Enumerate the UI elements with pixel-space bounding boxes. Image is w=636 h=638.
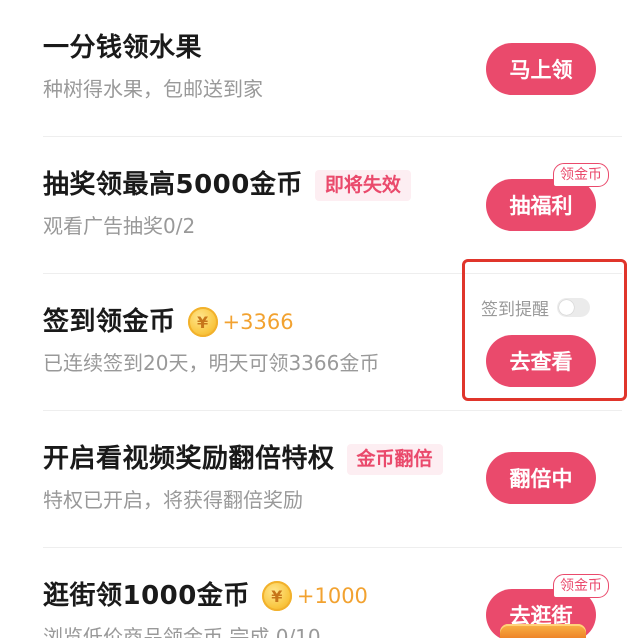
task-subtitle: 特权已开启，将获得翻倍奖励 [43, 488, 303, 512]
task-header: 签到领金币 ¥ +3366 [43, 300, 294, 344]
claim-fruit-button[interactable]: 马上领 [486, 43, 596, 95]
task-header: 开启看视频奖励翻倍特权 金币翻倍 [43, 437, 443, 481]
task-subtitle: 种树得水果，包邮送到家 [43, 77, 263, 101]
task-title: 开启看视频奖励翻倍特权 [43, 444, 335, 474]
task-subtitle: 浏览低价商品领金币 完成 0/10 [43, 625, 321, 638]
task-header: 一分钱领水果 [43, 26, 202, 70]
task-subtitle: 已连续签到20天，明天可领3366金币 [43, 351, 380, 375]
double-coins-tag: 金币翻倍 [346, 443, 443, 475]
task-fruit: 一分钱领水果 种树得水果，包邮送到家 马上领 [0, 0, 636, 137]
coin-reward-amount: +1000 [296, 584, 368, 608]
coin-reward-badge: 领金币 [553, 163, 609, 187]
task-header: 逛街领1000金币 ¥ +1000 [43, 574, 368, 618]
task-subtitle: 观看广告抽奖0/2 [43, 214, 196, 238]
toggle-knob [559, 299, 574, 315]
gift-decoration [500, 624, 586, 638]
task-shopping: 逛街领1000金币 ¥ +1000 浏览低价商品领金币 完成 0/10 去逛街 … [0, 548, 636, 638]
task-title: 抽奖领最高5000金币 [43, 170, 303, 200]
task-header: 抽奖领最高5000金币 即将失效 [43, 163, 411, 207]
checkin-reminder-toggle[interactable] [557, 297, 590, 317]
checkin-reminder: 签到提醒 [481, 294, 590, 320]
task-title: 签到领金币 [43, 307, 176, 337]
task-lottery: 抽奖领最高5000金币 即将失效 观看广告抽奖0/2 抽福利 领金币 [0, 137, 636, 274]
task-title: 逛街领1000金币 [43, 581, 250, 611]
view-checkin-button[interactable]: 去查看 [486, 335, 596, 387]
coin-reward-amount: +3366 [222, 310, 294, 334]
expiring-tag: 即将失效 [314, 169, 411, 201]
coin-icon: ¥ [261, 581, 292, 611]
task-double-reward: 开启看视频奖励翻倍特权 金币翻倍 特权已开启，将获得翻倍奖励 翻倍中 [0, 411, 636, 548]
task-title: 一分钱领水果 [43, 33, 203, 63]
doubling-button[interactable]: 翻倍中 [486, 452, 596, 504]
task-list: 一分钱领水果 种树得水果，包邮送到家 马上领 抽奖领最高5000金币 即将失效 … [0, 0, 636, 638]
coin-reward-badge: 领金币 [553, 574, 609, 598]
checkin-reminder-label: 签到提醒 [481, 299, 549, 320]
coin-icon: ¥ [187, 307, 218, 337]
task-checkin: 签到领金币 ¥ +3366 已连续签到20天，明天可领3366金币 签到提醒 去… [0, 274, 636, 411]
